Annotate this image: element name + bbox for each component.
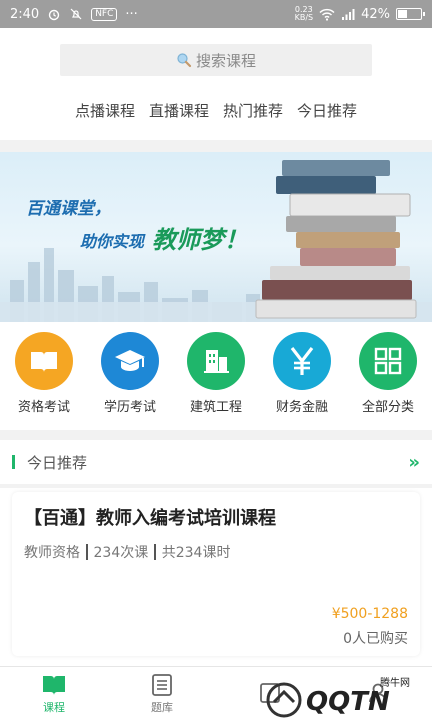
quick-nav: 点播课程 直播课程 热门推荐 今日推荐 (0, 100, 432, 121)
tab-courses[interactable]: 课程 (0, 667, 108, 720)
more-indicator: ··· (125, 6, 138, 22)
signal-icon (342, 8, 355, 20)
section-accent-bar (12, 455, 15, 469)
course-price: ¥500-1288 (331, 606, 408, 622)
banner-slogan-1: 百通课堂， (26, 199, 111, 219)
tab-news[interactable] (216, 667, 324, 720)
section-title: 今日推荐 (27, 453, 88, 472)
search-input[interactable]: 搜索课程 (60, 44, 372, 76)
category-all[interactable]: 全部分类 (356, 332, 420, 422)
search-icon (177, 53, 192, 68)
nav-hot-recommend[interactable]: 热门推荐 (223, 100, 283, 121)
course-total-hours: 共234课时 (161, 545, 231, 561)
course-lessons: 234次课 (93, 545, 149, 561)
list-icon (152, 673, 172, 696)
book-open-icon (43, 675, 65, 695)
course-category: 教师资格 (24, 545, 80, 561)
nav-today-recommend[interactable]: 今日推荐 (297, 100, 357, 121)
nav-vod-courses[interactable]: 点播课程 (75, 100, 135, 121)
category-finance[interactable]: 财务金融 (270, 332, 334, 422)
grid-icon (359, 332, 417, 390)
user-icon (369, 683, 387, 702)
graduation-cap-icon (101, 332, 159, 390)
category-education-exam[interactable]: 学历考试 (98, 332, 162, 422)
status-time: 2:40 (10, 6, 40, 22)
nfc-badge: NFC (91, 7, 118, 21)
banner-slogan-2: 助你实现 (80, 232, 145, 251)
status-bar: 2:40 NFC ··· 0.23 KB/S 42% (0, 0, 432, 28)
divider (0, 140, 432, 152)
tab-question-bank[interactable]: 题库 (108, 667, 216, 720)
meta-separator (154, 544, 156, 560)
book-icon (15, 332, 73, 390)
yen-icon (273, 332, 331, 390)
category-construction[interactable]: 建筑工程 (184, 332, 248, 422)
today-recommend-header: 今日推荐 » (0, 444, 432, 480)
course-buyers: 0人已购买 (343, 631, 408, 647)
course-card[interactable]: 【百通】教师入编考试培训课程 教师资格 234次课 共234课时 ¥500-12… (12, 492, 420, 656)
category-row: 资格考试 学历考试 建筑工程 财务金融 全部分类 (0, 332, 432, 422)
tab-profile[interactable] (324, 667, 432, 720)
battery-percent: 42% (361, 6, 390, 22)
wifi-icon (319, 8, 335, 21)
battery-icon (396, 8, 425, 20)
course-meta: 教师资格 234次课 共234课时 (24, 542, 408, 562)
search-placeholder: 搜索课程 (195, 51, 256, 70)
double-chevron-right-icon[interactable]: » (408, 452, 420, 473)
net-speed: 0.23 KB/S (294, 5, 314, 22)
divider (0, 430, 432, 440)
mute-icon (70, 8, 82, 20)
banner-slogan-3: 教师梦！ (152, 225, 248, 254)
bottom-nav: 课程 题库 (0, 666, 432, 720)
category-qualification-exam[interactable]: 资格考试 (12, 332, 76, 422)
course-title: 【百通】教师入编考试培训课程 (24, 508, 276, 529)
nav-live-courses[interactable]: 直播课程 (149, 100, 209, 121)
alarm-icon (49, 9, 60, 21)
divider (0, 484, 432, 488)
news-icon (260, 682, 280, 703)
promo-banner[interactable]: 百通课堂， 助你实现 教师梦！ (0, 152, 432, 322)
building-icon (187, 332, 245, 390)
meta-separator (86, 544, 88, 560)
